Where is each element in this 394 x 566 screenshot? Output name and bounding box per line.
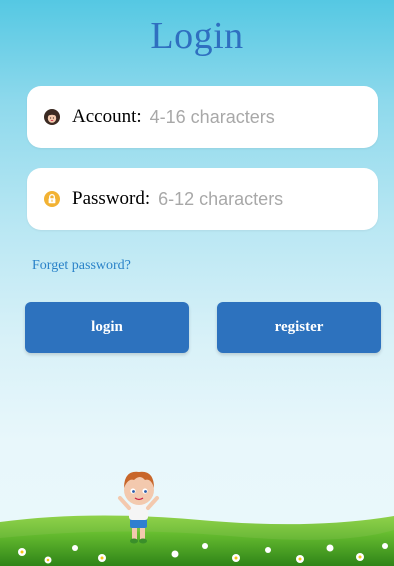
account-field[interactable]: Account:	[27, 86, 378, 148]
lock-icon	[44, 191, 60, 207]
login-button[interactable]: login	[25, 302, 189, 353]
password-input[interactable]	[158, 188, 339, 210]
forgot-password-link[interactable]: Forget password?	[32, 258, 131, 274]
register-button[interactable]: register	[217, 302, 381, 353]
password-field[interactable]: Password:	[27, 168, 378, 230]
meadow-illustration	[0, 471, 394, 566]
page-title: Login	[150, 15, 244, 57]
password-label: Password:	[72, 188, 151, 209]
account-label: Account:	[72, 106, 142, 127]
account-input[interactable]	[149, 106, 330, 128]
avatar-icon	[44, 109, 60, 125]
